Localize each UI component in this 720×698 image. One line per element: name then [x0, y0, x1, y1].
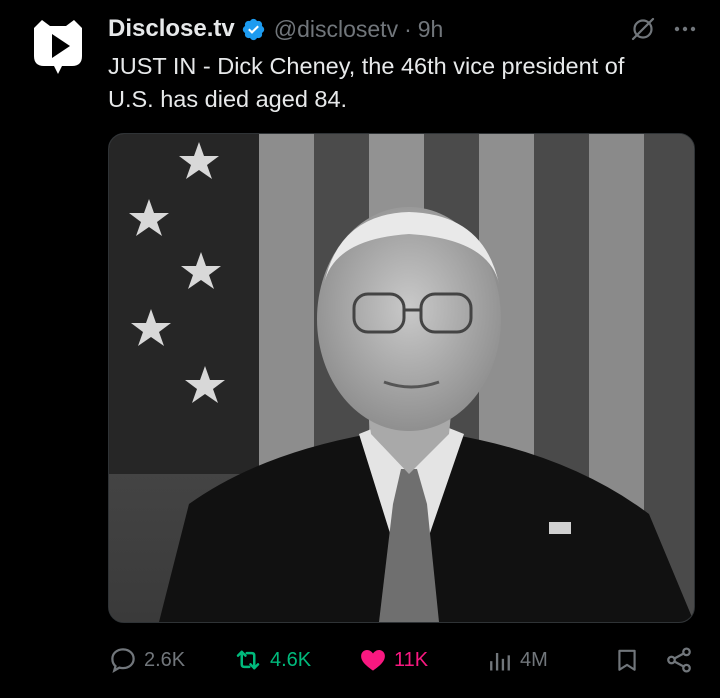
bookmark-button[interactable] — [614, 640, 640, 680]
like-count: 11K — [394, 648, 429, 671]
like-button[interactable]: 11K — [358, 640, 428, 680]
view-count: 4M — [520, 648, 548, 671]
reply-icon — [111, 648, 135, 673]
verified-badge-icon[interactable] — [241, 17, 266, 42]
views-button[interactable]: 4M — [486, 640, 548, 680]
share-icon — [667, 647, 691, 673]
more-options-icon[interactable] — [672, 16, 698, 42]
separator-dot: · — [404, 15, 412, 42]
tweet-header: Disclose.tv @disclosetv · 9h — [108, 12, 700, 46]
action-bar: 2.6K 4.6K 11K 4M — [108, 640, 693, 680]
tweet-photo[interactable] — [108, 133, 695, 623]
bookmark-icon — [618, 649, 636, 671]
heart-filled-icon — [361, 650, 385, 671]
tweet-text: JUST IN - Dick Cheney, the 46th vice pre… — [108, 53, 625, 112]
share-button[interactable] — [664, 640, 694, 680]
repost-icon — [236, 650, 260, 670]
analytics-icon — [490, 653, 510, 671]
reply-button[interactable]: 2.6K — [108, 640, 185, 680]
repost-button[interactable]: 4.6K — [232, 640, 311, 680]
repost-count: 4.6K — [270, 648, 312, 671]
tweet[interactable]: Disclose.tv @disclosetv · 9h JUST IN - D… — [0, 0, 720, 698]
avatar[interactable] — [22, 10, 94, 82]
display-name[interactable]: Disclose.tv — [108, 15, 235, 43]
timestamp[interactable]: 9h — [418, 16, 444, 43]
grok-icon[interactable] — [630, 16, 656, 42]
reply-count: 2.6K — [144, 648, 186, 671]
header-actions — [630, 16, 698, 42]
disclose-logo-icon — [22, 10, 94, 82]
handle[interactable]: @disclosetv — [274, 16, 398, 43]
